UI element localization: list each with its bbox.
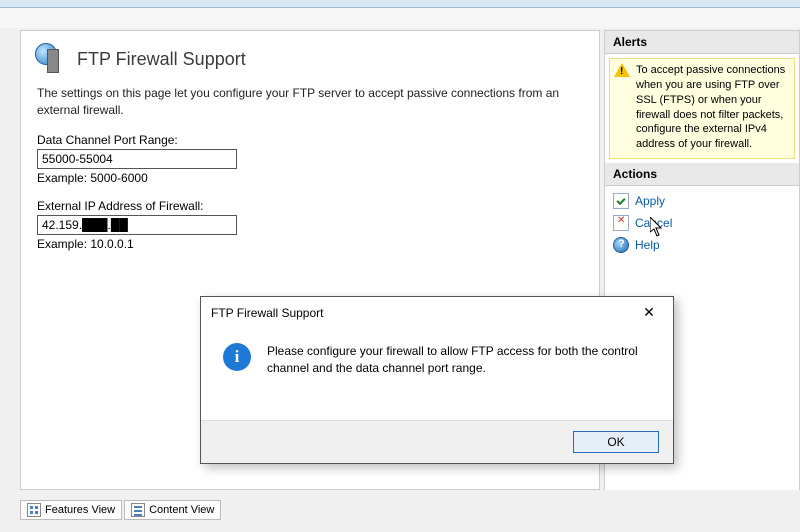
external-ip-example: Example: 10.0.0.1 xyxy=(37,237,583,251)
dialog-titlebar: FTP Firewall Support ✕ xyxy=(201,297,673,329)
warning-icon xyxy=(614,63,630,79)
port-range-block: Data Channel Port Range: Example: 5000-6… xyxy=(21,131,599,197)
help-icon xyxy=(613,237,629,253)
close-icon[interactable]: ✕ xyxy=(635,303,663,323)
apply-icon xyxy=(613,193,629,209)
cancel-icon xyxy=(613,215,629,231)
actions-header: Actions xyxy=(605,163,799,186)
port-range-input[interactable] xyxy=(37,149,237,169)
help-action[interactable]: Help xyxy=(611,234,793,256)
dialog-message: Please configure your firewall to allow … xyxy=(267,343,651,377)
apply-action[interactable]: Apply xyxy=(611,190,793,212)
tab-features-view[interactable]: Features View xyxy=(20,500,122,520)
cancel-action[interactable]: Cancel xyxy=(611,212,793,234)
actions-list: Apply Cancel Help xyxy=(605,186,799,260)
ok-button[interactable]: OK xyxy=(573,431,659,453)
port-range-label: Data Channel Port Range: xyxy=(37,133,583,147)
dialog-button-row: OK xyxy=(201,420,673,463)
page-header: FTP Firewall Support xyxy=(21,31,599,81)
dialog-title: FTP Firewall Support xyxy=(211,306,323,320)
content-view-label: Content View xyxy=(149,504,214,516)
toolbar-strip xyxy=(0,8,800,28)
external-ip-input[interactable] xyxy=(37,215,237,235)
cancel-label: Cancel xyxy=(635,216,672,230)
alert-text: To accept passive connections when you a… xyxy=(636,64,785,150)
apply-label: Apply xyxy=(635,194,665,208)
page-title: FTP Firewall Support xyxy=(77,49,246,70)
dialog-body: i Please configure your firewall to allo… xyxy=(201,329,673,387)
page-description: The settings on this page let you config… xyxy=(21,81,599,131)
ftp-firewall-icon xyxy=(35,43,67,75)
view-tabs: Features View Content View xyxy=(20,500,221,520)
port-range-example: Example: 5000-6000 xyxy=(37,171,583,185)
external-ip-label: External IP Address of Firewall: xyxy=(37,199,583,213)
alert-box: To accept passive connections when you a… xyxy=(609,58,795,159)
info-icon: i xyxy=(223,343,251,371)
titlebar-strip xyxy=(0,0,800,8)
alerts-header: Alerts xyxy=(605,31,799,54)
info-dialog: FTP Firewall Support ✕ i Please configur… xyxy=(200,296,674,464)
content-view-icon xyxy=(131,503,145,517)
external-ip-block: External IP Address of Firewall: Example… xyxy=(21,197,599,263)
features-view-icon xyxy=(27,503,41,517)
features-view-label: Features View xyxy=(45,504,115,516)
help-label: Help xyxy=(635,238,660,252)
tab-content-view[interactable]: Content View xyxy=(124,500,221,520)
